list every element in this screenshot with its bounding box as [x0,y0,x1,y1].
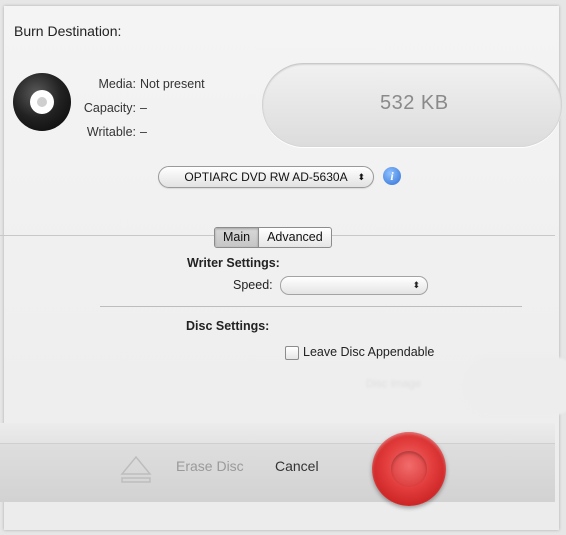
disc-settings-heading: Disc Settings: [186,319,270,333]
settings-tabs: Main Advanced [214,227,332,248]
drive-select-value: OPTIARC DVD RW AD-5630A [184,170,348,184]
burn-button[interactable] [372,432,446,506]
media-info: Media: Not present Capacity: – Writable: – [0,75,205,147]
erase-disc-button[interactable]: Erase Disc [176,458,244,474]
cancel-button[interactable]: Cancel [275,458,319,474]
page-title: Burn Destination: [14,23,122,39]
leave-appendable-checkbox[interactable] [285,346,299,360]
tab-advanced[interactable]: Advanced [258,228,331,247]
tab-main[interactable]: Main [215,228,259,247]
size-value: 532 KB [380,92,449,114]
up-down-arrows-icon: ⬍ [412,280,420,290]
writable-label: Writable: [86,125,136,139]
capacity-value: – [140,101,147,115]
speed-select[interactable]: ⬍ [280,276,428,295]
burn-button-center [391,451,427,487]
ghost-disc-image-label: Disc Image [366,378,422,390]
footer-spacer [0,423,555,443]
ghost-disc-image-pill [460,356,566,416]
up-down-arrows-icon: ⬍ [357,172,365,182]
speed-label: Speed: [233,278,273,292]
leave-appendable-label[interactable]: Leave Disc Appendable [303,345,434,359]
separator [100,306,522,307]
media-value: Not present [140,77,205,91]
writer-settings-heading: Writer Settings: [187,256,280,270]
capacity-label: Capacity: [83,101,136,115]
eject-icon[interactable] [118,454,154,486]
writable-value: – [140,125,147,139]
media-label: Media: [98,77,136,91]
info-icon[interactable]: i [383,167,401,185]
drive-select[interactable]: OPTIARC DVD RW AD-5630A ⬍ [158,166,374,188]
